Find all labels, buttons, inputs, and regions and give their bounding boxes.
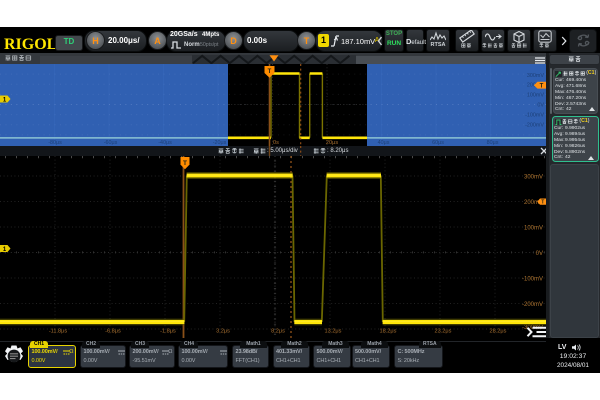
svg-text:-100mV: -100mV xyxy=(522,276,543,282)
svg-text:40μs: 40μs xyxy=(378,140,390,146)
svg-text:28.2μs: 28.2μs xyxy=(490,329,507,335)
svg-text:0V: 0V xyxy=(536,251,543,257)
svg-text:-20μs: -20μs xyxy=(213,140,227,146)
svg-text:18.2μs: 18.2μs xyxy=(380,329,397,335)
svg-text:300mV: 300mV xyxy=(527,73,544,79)
svg-text:0s: 0s xyxy=(273,140,279,146)
svg-text:0V: 0V xyxy=(537,103,544,109)
svg-text:-200mV: -200mV xyxy=(525,123,544,129)
svg-text:T: T xyxy=(541,200,544,206)
svg-text:100mV: 100mV xyxy=(524,225,543,231)
svg-text:-11.8μs: -11.8μs xyxy=(49,329,68,335)
svg-text:-40μs: -40μs xyxy=(158,140,172,146)
svg-text:-100mV: -100mV xyxy=(525,113,544,119)
svg-text:-1.8μs: -1.8μs xyxy=(160,329,176,335)
svg-text:8.2μs: 8.2μs xyxy=(271,329,285,335)
svg-text:T: T xyxy=(540,83,544,89)
svg-text:13.2μs: 13.2μs xyxy=(325,329,342,335)
svg-text:T: T xyxy=(268,69,272,75)
svg-text:-60μs: -60μs xyxy=(104,140,118,146)
svg-text:-80μs: -80μs xyxy=(48,140,62,146)
svg-text:300mV: 300mV xyxy=(524,174,543,180)
svg-text:T: T xyxy=(183,160,187,167)
svg-text:-200mV: -200mV xyxy=(522,302,543,308)
svg-text:80μs: 80μs xyxy=(487,140,499,146)
svg-text:23.2μs: 23.2μs xyxy=(435,329,452,335)
svg-text:20μs: 20μs xyxy=(326,140,338,146)
svg-text:3.2μs: 3.2μs xyxy=(216,329,230,335)
svg-text:-6.8μs: -6.8μs xyxy=(105,329,121,335)
svg-text:60μs: 60μs xyxy=(432,140,444,146)
svg-text:100mV: 100mV xyxy=(527,93,544,99)
